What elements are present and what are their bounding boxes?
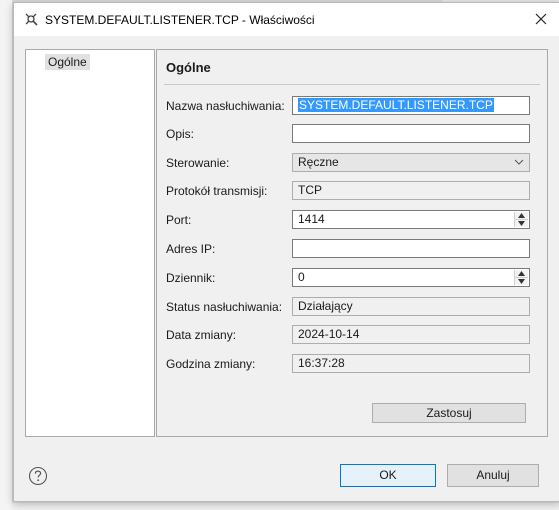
- port-spinner[interactable]: 1414: [292, 210, 530, 229]
- alter-date-field: 2024-10-14: [292, 325, 530, 344]
- arrow-up-icon: [518, 213, 525, 218]
- port-value: 1414: [298, 212, 325, 226]
- arrow-down-icon: [518, 221, 525, 226]
- backlog-spinner[interactable]: 0: [292, 268, 530, 287]
- backlog-decrement-button[interactable]: [515, 278, 528, 285]
- port-label: Port:: [166, 213, 192, 227]
- protocol-label: Protokół transmisji:: [166, 184, 268, 198]
- control-label: Sterowanie:: [166, 156, 230, 170]
- ip-address-input[interactable]: [292, 239, 530, 258]
- window-title: SYSTEM.DEFAULT.LISTENER.TCP - Właściwośc…: [45, 13, 315, 27]
- backlog-label: Dziennik:: [166, 271, 216, 285]
- alter-date-label: Data zmiany:: [166, 328, 237, 342]
- chevron-down-icon: [514, 159, 524, 165]
- alter-time-label: Godzina zmiany:: [166, 357, 256, 371]
- port-spin-buttons: [514, 212, 528, 227]
- protocol-field: TCP: [292, 181, 530, 200]
- listener-icon: [25, 13, 38, 26]
- backlog-value: 0: [298, 270, 305, 284]
- arrow-down-icon: [518, 279, 525, 284]
- cancel-button[interactable]: Anuluj: [447, 464, 539, 487]
- close-icon[interactable]: [530, 8, 552, 30]
- status-field: Działający: [292, 297, 530, 316]
- backlog-increment-button[interactable]: [515, 270, 528, 278]
- arrow-up-icon: [518, 271, 525, 276]
- control-value: Ręczne: [298, 155, 339, 169]
- background-app-bottom: [12, 503, 559, 510]
- alter-time-value: 16:37:28: [298, 356, 345, 370]
- properties-dialog: SYSTEM.DEFAULT.LISTENER.TCP - Właściwośc…: [13, 2, 559, 502]
- ip-address-label: Adres IP:: [166, 242, 216, 256]
- ok-button[interactable]: OK: [340, 464, 436, 487]
- port-increment-button[interactable]: [515, 212, 528, 220]
- help-icon[interactable]: [28, 466, 48, 486]
- protocol-value: TCP: [298, 183, 322, 197]
- alter-date-value: 2024-10-14: [298, 327, 360, 341]
- apply-button[interactable]: Zastosuj: [372, 403, 526, 423]
- description-label: Opis:: [166, 127, 195, 141]
- description-input[interactable]: [292, 124, 530, 143]
- port-decrement-button[interactable]: [515, 220, 528, 227]
- nav-item-label: Ogólne: [48, 55, 87, 69]
- control-select[interactable]: Ręczne: [292, 153, 530, 172]
- category-tree: Ogólne: [25, 49, 155, 437]
- alter-time-field: 16:37:28: [292, 354, 530, 373]
- general-panel: Ogólne Nazwa nasłuchiwania: SYSTEM.DEFAU…: [156, 49, 548, 437]
- listener-name-value: SYSTEM.DEFAULT.LISTENER.TCP: [298, 98, 494, 112]
- status-label: Status nasłuchiwania:: [166, 300, 283, 314]
- title-bar: SYSTEM.DEFAULT.LISTENER.TCP - Właściwośc…: [14, 3, 559, 36]
- status-value: Działający: [298, 299, 353, 313]
- backlog-spin-buttons: [514, 270, 528, 285]
- section-title: Ogólne: [166, 60, 211, 75]
- background-app-left-strip: [0, 0, 13, 510]
- section-divider: [164, 84, 540, 85]
- listener-name-input[interactable]: SYSTEM.DEFAULT.LISTENER.TCP: [292, 96, 530, 115]
- nav-item-general[interactable]: Ogólne: [45, 54, 90, 70]
- listener-name-label: Nazwa nasłuchiwania:: [166, 99, 285, 113]
